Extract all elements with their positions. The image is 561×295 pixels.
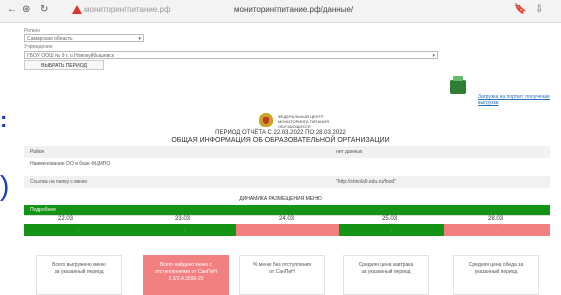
- stat-card-lunch-price: Средняя цена обеда за указанный период: [453, 255, 539, 295]
- select-period-button[interactable]: ВЫБРАТЬ ПЕРИОД: [24, 60, 104, 70]
- school-label: Учреждение: [24, 44, 53, 50]
- bookmark-icon[interactable]: 🔖: [514, 4, 526, 15]
- browser-toolbar: ← ⊛ ↻ мониторингпитание.рф мониторингпит…: [0, 0, 561, 23]
- org-line: ОБУЧАЮЩИХСЯ: [278, 124, 311, 129]
- date-label: 24.03: [279, 216, 295, 222]
- stat-card-violations: Всего найдено меню с отступлениями от Са…: [143, 255, 229, 295]
- cell-mark: -: [391, 227, 393, 232]
- section-title: ОБЩАЯ ИНФОРМАЦИЯ ОБ ОБРАЗОВАТЕЛЬНОЙ ОРГА…: [171, 137, 390, 144]
- region-select[interactable]: Самарская область ▾: [24, 34, 144, 42]
- address-bar-url[interactable]: мониторингпитание.рф/данные/: [234, 5, 353, 14]
- cell-mark: -: [78, 227, 80, 232]
- cell-mark: -: [184, 227, 186, 232]
- region-value: Самарская область: [27, 36, 73, 42]
- cell-mark: -: [496, 227, 498, 232]
- site-name[interactable]: мониторингпитание.рф: [84, 5, 171, 14]
- info-value: нет данных: [336, 149, 363, 155]
- card-line: Средняя цена обеда за: [468, 262, 524, 268]
- info-label: Район: [30, 149, 45, 155]
- stat-card-uploaded: Всего выгружено меню за указанный период: [36, 255, 122, 295]
- history-icon[interactable]: ⊛: [22, 4, 30, 16]
- dynamics-title: ДИНАМИКА РАЗМЕЩЕНИЯ МЕНЮ: [239, 196, 322, 202]
- card-line: Всего выгружено меню: [52, 262, 106, 268]
- chevron-down-icon: ▾: [138, 36, 141, 42]
- card-line: указанный период: [474, 269, 518, 275]
- card-line: % меню без отступления: [252, 262, 312, 268]
- info-row: Район нет данных: [24, 146, 550, 158]
- card-line: от СанПиН: [269, 269, 295, 275]
- info-label: Наименование ОО в базе ФЦМПО: [30, 161, 111, 167]
- info-label: Ссылка на папку с меню: [30, 179, 87, 185]
- org-logo-text: ФЕДЕРАЛЬНЫЙ ЦЕНТР МОНИТОРИНГА ПИТАНИЯ ОБ…: [278, 114, 338, 129]
- chevron-down-icon: ▾: [432, 53, 435, 59]
- school-value: ГБОУ ООШ № 9 г. о.Новокуйбышевск: [27, 53, 114, 59]
- date-label: 25.03: [382, 216, 398, 222]
- reload-icon[interactable]: ↻: [40, 4, 48, 16]
- card-line: Средняя цена завтрака: [358, 262, 414, 268]
- card-line: 2.3/2.4.3590-20: [168, 276, 204, 282]
- emblem-icon: [258, 110, 274, 130]
- card-line: Всего найдено меню с: [159, 262, 213, 268]
- card-line: за указанный период: [361, 269, 411, 275]
- info-row: Ссылка на папку с меню "http://shkola9.e…: [24, 176, 550, 188]
- stat-card-breakfast-price: Средняя цена завтрака за указанный перио…: [343, 255, 429, 295]
- info-row: Наименование ОО в базе ФЦМПО: [24, 158, 550, 170]
- card-line: отступлениями от СанПиН: [154, 269, 218, 275]
- stat-card-percent-clean: % меню без отступления от СанПиН: [239, 255, 325, 295]
- warning-icon: [72, 5, 82, 14]
- menu-folder-link[interactable]: "http://shkola9.edu.ru/food": [336, 176, 396, 188]
- dynamics-header: [24, 205, 550, 215]
- date-label: 28.03: [488, 216, 504, 222]
- date-label: 22.03: [58, 216, 74, 222]
- back-icon[interactable]: ←: [7, 4, 17, 16]
- card-line: за указанный период: [54, 269, 104, 275]
- date-label: 23.03: [175, 216, 191, 222]
- download-icon[interactable]: ⇩: [535, 4, 543, 15]
- export-link[interactable]: Загрузка на портал: получение выгрузки: [478, 94, 561, 106]
- details-toggle[interactable]: Подробнее: [30, 207, 56, 213]
- cell-mark: -: [287, 227, 289, 232]
- report-period: ПЕРИОД ОТЧЁТА С 22.03.2022 ПО 28.03.2022: [215, 130, 346, 136]
- excel-export-icon[interactable]: [450, 76, 466, 94]
- school-select[interactable]: ГБОУ ООШ № 9 г. о.Новокуйбышевск ▾: [24, 51, 438, 59]
